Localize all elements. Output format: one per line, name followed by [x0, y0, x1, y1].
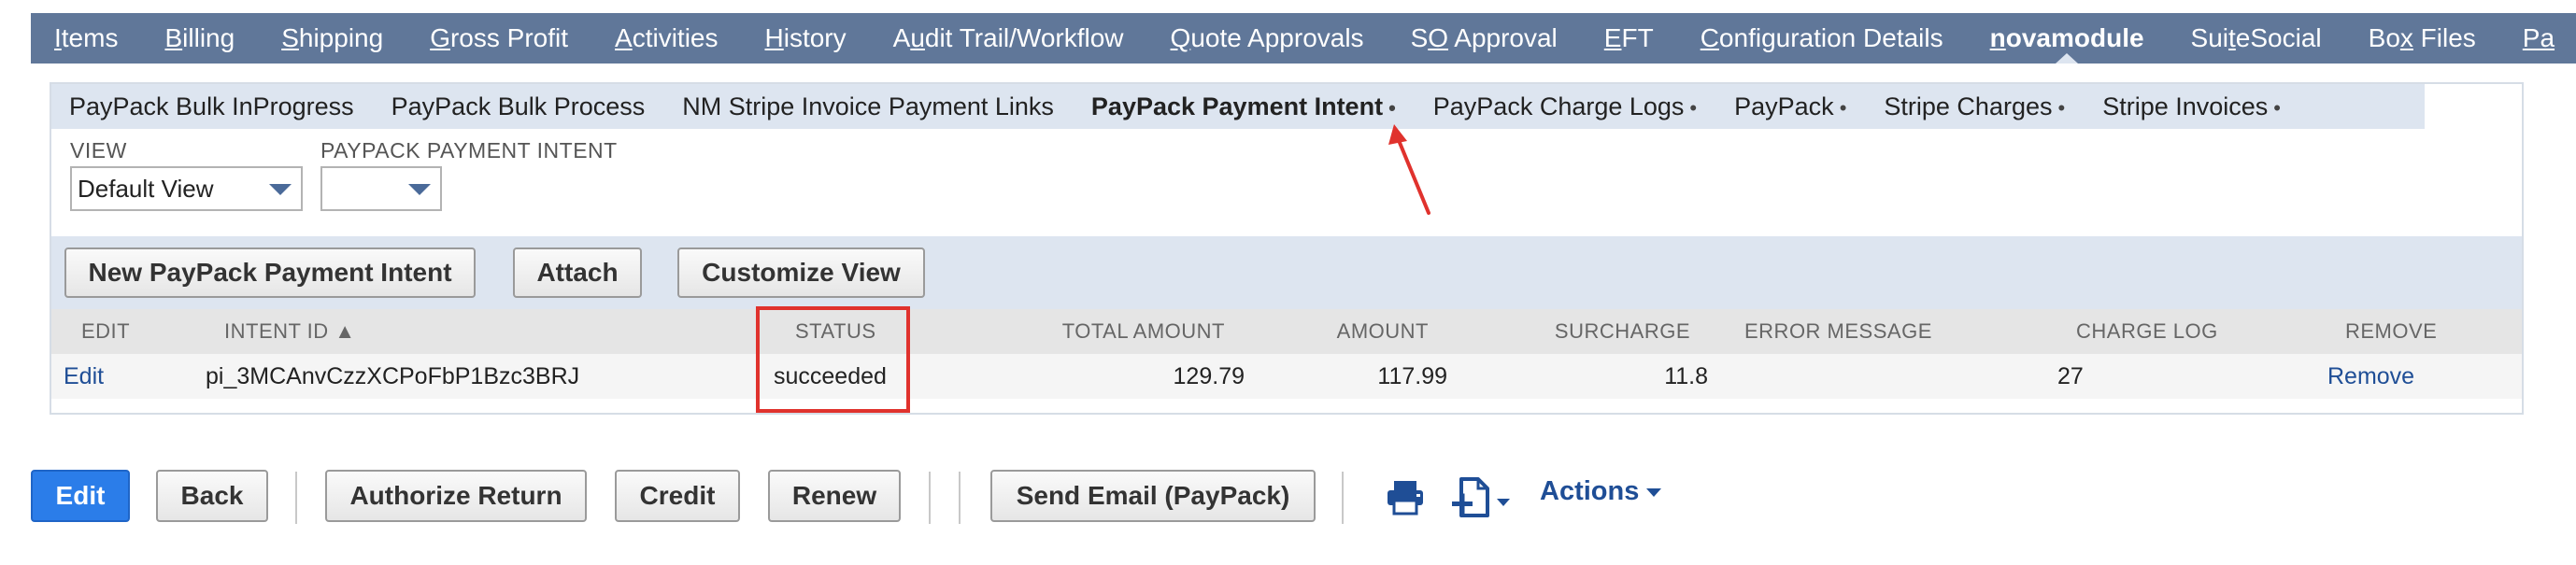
tab-quote-approvals[interactable]: Quote Approvals [1147, 13, 1388, 64]
total-amount-cell: 129.79 [1173, 363, 1245, 389]
toolbar-separator [929, 472, 931, 524]
tab-configuration-details[interactable]: Configuration Details [1677, 13, 1967, 64]
column-header-total-amount[interactable]: TOTAL AMOUNT [986, 309, 1225, 354]
tab-gross-profit[interactable]: Gross Profit [406, 13, 591, 64]
has-records-dot: • [2057, 95, 2066, 120]
subtab-paypack[interactable]: PayPack • [1715, 92, 1865, 121]
tab-audit-trail[interactable]: Audit Trail/Workflow [870, 13, 1147, 64]
has-records-dot: • [2273, 95, 2281, 120]
subtab-bar-filler [2425, 84, 2522, 129]
toolbar-separator [1342, 472, 1344, 524]
actions-menu[interactable]: Actions [1540, 476, 1662, 507]
send-email-paypack-button[interactable]: Send Email (PayPack) [990, 470, 1316, 522]
paypack-payment-intent-label: PAYPACK PAYMENT INTENT [320, 138, 618, 162]
subtab-paypack-charge-logs[interactable]: PayPack Charge Logs • [1415, 92, 1715, 121]
tab-eft[interactable]: EFT [1581, 13, 1677, 64]
has-records-dot: • [1839, 95, 1847, 120]
chevron-down-icon [1497, 499, 1510, 506]
sublist-button-bar: New PayPack Payment Intent Attach Custom… [51, 236, 2522, 309]
active-tab-caret [2056, 53, 2079, 64]
table-row: Edit pi_3MCAnvCzzXCPoFbP1Bzc3BRJ succeed… [51, 354, 2522, 399]
column-header-charge-log[interactable]: CHARGE LOG [2076, 309, 2218, 354]
printer-icon[interactable] [1385, 478, 1426, 516]
subtab-panel: PayPack Bulk InProgress PayPack Bulk Pro… [50, 82, 2524, 415]
table-header: EDIT INTENT ID ▲ STATUS TOTAL AMOUNT AMO… [51, 309, 2522, 354]
annotation-arrow-icon [1388, 124, 1430, 215]
view-select[interactable]: Default View [70, 166, 303, 211]
amount-cell: 117.99 [1377, 363, 1447, 389]
column-header-remove: REMOVE [2345, 319, 2438, 343]
has-records-dot: • [1689, 95, 1698, 120]
column-header-edit[interactable]: EDIT [81, 309, 130, 354]
renew-button[interactable]: Renew [768, 470, 901, 522]
charge-log-cell: 27 [2057, 363, 2084, 389]
subtab-paypack-bulk-inprogress[interactable]: PayPack Bulk InProgress [51, 92, 373, 121]
column-header-error-message[interactable]: ERROR MESSAGE [1744, 309, 1932, 354]
tab-novamodule[interactable]: novamodule [1967, 13, 2168, 64]
intent-id-cell: pi_3MCAnvCzzXCPoFbP1Bzc3BRJ [206, 363, 580, 389]
remove-link[interactable]: Remove [2327, 354, 2414, 399]
subtab-stripe-invoices[interactable]: Stripe Invoices • [2084, 92, 2299, 121]
subtab-paypack-payment-intent[interactable]: PayPack Payment Intent • [1073, 92, 1415, 121]
chevron-down-icon [408, 184, 431, 195]
column-header-surcharge[interactable]: SURCHARGE [1500, 309, 1690, 354]
subtab-stripe-charges[interactable]: Stripe Charges • [1865, 92, 2084, 121]
chevron-down-icon [1646, 487, 1662, 497]
edit-link[interactable]: Edit [64, 354, 104, 399]
view-label: VIEW [70, 138, 127, 162]
subtab-nm-stripe-invoice-payment-links[interactable]: NM Stripe Invoice Payment Links [663, 92, 1073, 121]
new-paypack-payment-intent-button[interactable]: New PayPack Payment Intent [64, 247, 476, 298]
column-header-intent-id[interactable]: INTENT ID ▲ [224, 309, 356, 354]
chevron-down-icon [269, 184, 292, 195]
credit-button[interactable]: Credit [615, 470, 740, 522]
back-button[interactable]: Back [156, 470, 268, 522]
tab-billing[interactable]: Billing [141, 13, 258, 64]
edit-button[interactable]: Edit [31, 470, 130, 522]
tab-so-approval[interactable]: SO Approval [1388, 13, 1581, 64]
toolbar-separator [295, 472, 297, 524]
tab-history[interactable]: History [741, 13, 869, 64]
subtab-paypack-bulk-process[interactable]: PayPack Bulk Process [373, 92, 664, 121]
tab-shipping[interactable]: Shipping [258, 13, 406, 64]
new-document-icon[interactable] [1450, 476, 1516, 519]
record-tab-bar: Items Billing Shipping Gross Profit Acti… [31, 13, 2576, 64]
paypack-payment-intent-select[interactable] [320, 166, 442, 211]
column-header-amount[interactable]: AMOUNT [1266, 309, 1429, 354]
status-highlight-box [756, 306, 910, 413]
tab-overflow[interactable]: Pa [2499, 13, 2576, 64]
has-records-dot: • [1388, 95, 1396, 120]
authorize-return-button[interactable]: Authorize Return [325, 470, 587, 522]
tab-suitesocial[interactable]: SuiteSocial [2168, 13, 2345, 64]
tab-box-files[interactable]: Box Files [2345, 13, 2499, 64]
tab-activities[interactable]: Activities [591, 13, 741, 64]
subtab-bar: PayPack Bulk InProgress PayPack Bulk Pro… [51, 84, 2425, 129]
customize-view-button[interactable]: Customize View [677, 247, 925, 298]
tab-items[interactable]: Items [31, 13, 141, 64]
attach-button[interactable]: Attach [513, 247, 642, 298]
surcharge-cell: 11.8 [1664, 363, 1708, 389]
toolbar-separator [959, 472, 961, 524]
